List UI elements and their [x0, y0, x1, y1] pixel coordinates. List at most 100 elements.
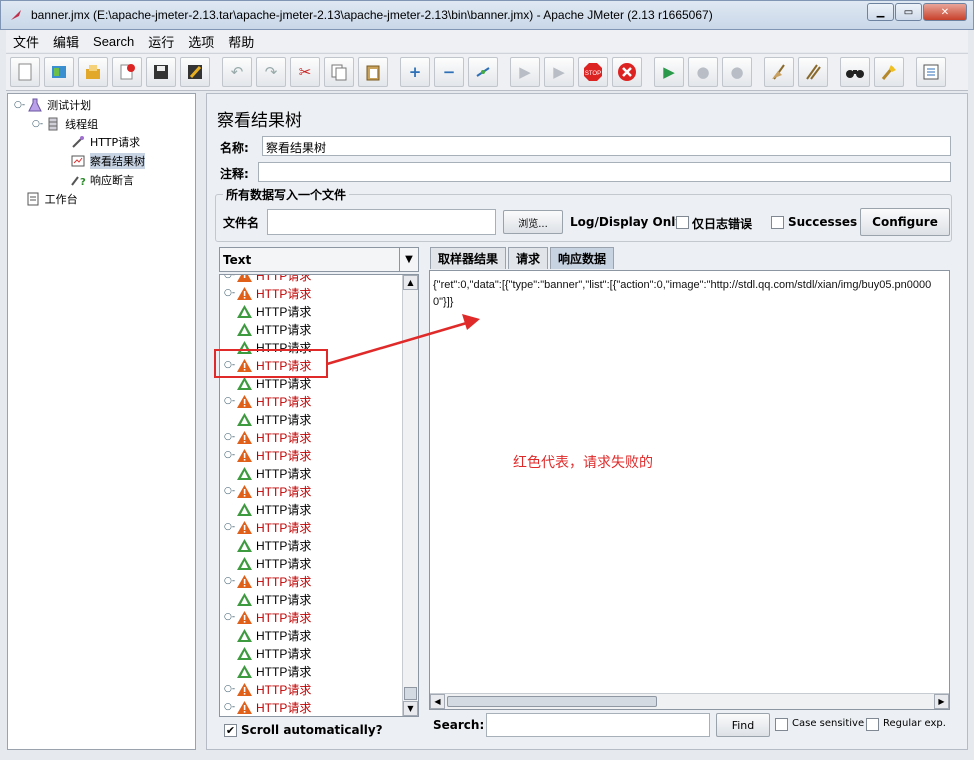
- help-list-icon[interactable]: [916, 57, 946, 87]
- tree-node-test-plan[interactable]: ○- 测试计划: [14, 97, 91, 113]
- clear-icon[interactable]: [764, 57, 794, 87]
- scroll-right-icon[interactable]: ▶: [934, 694, 949, 709]
- templates-icon[interactable]: [44, 57, 74, 87]
- tree-toggle[interactable]: ○-: [220, 522, 236, 532]
- menu-file[interactable]: 文件: [6, 32, 46, 51]
- close-file-icon[interactable]: [112, 57, 142, 87]
- list-item[interactable]: HTTP请求: [220, 536, 311, 554]
- scroll-left-icon[interactable]: ◀: [430, 694, 445, 709]
- list-item[interactable]: HTTP请求: [220, 590, 311, 608]
- list-item[interactable]: ○- HTTP请求: [220, 446, 311, 464]
- copy-icon[interactable]: [324, 57, 354, 87]
- chevron-down-icon[interactable]: ▼: [399, 248, 418, 271]
- list-item[interactable]: HTTP请求: [220, 626, 311, 644]
- tree-node-thread-group[interactable]: ○- 线程组: [32, 116, 98, 132]
- scroll-thumb[interactable]: [404, 687, 417, 700]
- regex-checkbox[interactable]: [866, 718, 879, 731]
- tree-toggle[interactable]: ○-: [220, 450, 236, 460]
- tree-toggle[interactable]: ○-: [220, 486, 236, 496]
- successes-checkbox[interactable]: [771, 216, 784, 229]
- tree-node-result-tree[interactable]: 察看结果树: [70, 153, 145, 169]
- list-item[interactable]: ○- HTTP请求: [220, 284, 311, 302]
- find-button[interactable]: Find: [716, 713, 770, 737]
- name-field[interactable]: 察看结果树: [262, 136, 951, 156]
- menu-edit[interactable]: 编辑: [46, 32, 86, 51]
- save-as-image-icon[interactable]: [180, 57, 210, 87]
- response-data-view[interactable]: {"ret":0,"data":[{"type":"banner","list"…: [429, 270, 950, 710]
- menu-run[interactable]: 运行: [141, 32, 181, 51]
- redo-icon[interactable]: ↷: [256, 57, 286, 87]
- scroll-up-icon[interactable]: ▲: [403, 275, 418, 290]
- response-hscrollbar[interactable]: ◀ ▶: [430, 693, 949, 709]
- list-item[interactable]: HTTP请求: [220, 500, 311, 518]
- tree-toggle[interactable]: ○-: [220, 702, 236, 712]
- remote-stop-icon[interactable]: ●: [688, 57, 718, 87]
- list-item[interactable]: ○- HTTP请求: [220, 572, 311, 590]
- stop-icon[interactable]: STOP: [578, 57, 608, 87]
- undo-icon[interactable]: ↶: [222, 57, 252, 87]
- save-icon[interactable]: [146, 57, 176, 87]
- browse-button[interactable]: 浏览...: [503, 210, 563, 234]
- list-item[interactable]: HTTP请求: [220, 644, 311, 662]
- search-input[interactable]: [486, 713, 710, 737]
- list-item[interactable]: ○- HTTP请求: [220, 698, 311, 716]
- close-window-button[interactable]: ✕: [923, 3, 967, 21]
- start-icon[interactable]: ▶: [510, 57, 540, 87]
- menu-search[interactable]: Search: [86, 34, 141, 49]
- maximize-button[interactable]: ▭: [895, 3, 922, 21]
- response-text[interactable]: {"ret":0,"data":[{"type":"banner","list"…: [433, 277, 949, 311]
- expand-all-icon[interactable]: +: [400, 57, 430, 87]
- tab-request[interactable]: 请求: [508, 247, 549, 269]
- list-item[interactable]: HTTP请求: [220, 554, 311, 572]
- tree-node-assertion[interactable]: ? 响应断言: [70, 172, 134, 188]
- hscroll-thumb[interactable]: [447, 696, 657, 707]
- cut-icon[interactable]: ✂: [290, 57, 320, 87]
- remote-exit-icon[interactable]: ●: [722, 57, 752, 87]
- tree-node-workbench[interactable]: 工作台: [14, 191, 78, 207]
- paste-icon[interactable]: [358, 57, 388, 87]
- list-item[interactable]: ○- HTTP请求: [220, 608, 311, 626]
- scroll-auto-checkbox[interactable]: ✔: [224, 724, 237, 737]
- tree-toggle[interactable]: ○-: [220, 684, 236, 694]
- new-icon[interactable]: [10, 57, 40, 87]
- tree-toggle[interactable]: ○-: [220, 396, 236, 406]
- list-item[interactable]: ○- HTTP请求: [220, 275, 311, 284]
- case-sensitive-checkbox[interactable]: [775, 718, 788, 731]
- list-item[interactable]: ○- HTTP请求: [220, 680, 311, 698]
- errors-only-checkbox[interactable]: [676, 216, 689, 229]
- renderer-select[interactable]: Text ▼: [219, 247, 419, 272]
- results-scrollbar[interactable]: ▲ ▼: [402, 275, 418, 716]
- tree-node-http-request[interactable]: HTTP请求: [70, 134, 140, 150]
- collapse-all-icon[interactable]: −: [434, 57, 464, 87]
- shutdown-icon[interactable]: [612, 57, 642, 87]
- scroll-down-icon[interactable]: ▼: [403, 701, 418, 716]
- list-item[interactable]: HTTP请求: [220, 302, 311, 320]
- tree-toggle[interactable]: ○-: [220, 576, 236, 586]
- list-item[interactable]: ○- HTTP请求: [220, 518, 311, 536]
- list-item[interactable]: ○- HTTP请求: [220, 482, 311, 500]
- tree-toggle[interactable]: ○-: [220, 288, 236, 298]
- comment-field[interactable]: [258, 162, 951, 182]
- tab-response-data[interactable]: 响应数据: [550, 247, 615, 269]
- tab-sampler-result[interactable]: 取样器结果: [430, 247, 507, 269]
- tree-toggle[interactable]: ○-: [220, 612, 236, 622]
- search-binoculars-icon[interactable]: [840, 57, 870, 87]
- list-item[interactable]: HTTP请求: [220, 410, 311, 428]
- list-item[interactable]: ○- HTTP请求: [220, 392, 311, 410]
- start-no-pauses-icon[interactable]: ▶: [544, 57, 574, 87]
- open-icon[interactable]: [78, 57, 108, 87]
- menu-help[interactable]: 帮助: [221, 32, 261, 51]
- list-item[interactable]: HTTP请求: [220, 320, 311, 338]
- list-item[interactable]: ○- HTTP请求: [220, 428, 311, 446]
- reset-search-icon[interactable]: [874, 57, 904, 87]
- remote-start-icon[interactable]: ▶: [654, 57, 684, 87]
- minimize-button[interactable]: ▁: [867, 3, 894, 21]
- configure-button[interactable]: Configure: [860, 208, 950, 236]
- toggle-icon[interactable]: [468, 57, 498, 87]
- clear-all-icon[interactable]: [798, 57, 828, 87]
- list-item[interactable]: HTTP请求: [220, 662, 311, 680]
- menu-options[interactable]: 选项: [181, 32, 221, 51]
- filename-field[interactable]: [267, 209, 496, 235]
- list-item[interactable]: HTTP请求: [220, 464, 311, 482]
- tree-toggle[interactable]: ○-: [220, 432, 236, 442]
